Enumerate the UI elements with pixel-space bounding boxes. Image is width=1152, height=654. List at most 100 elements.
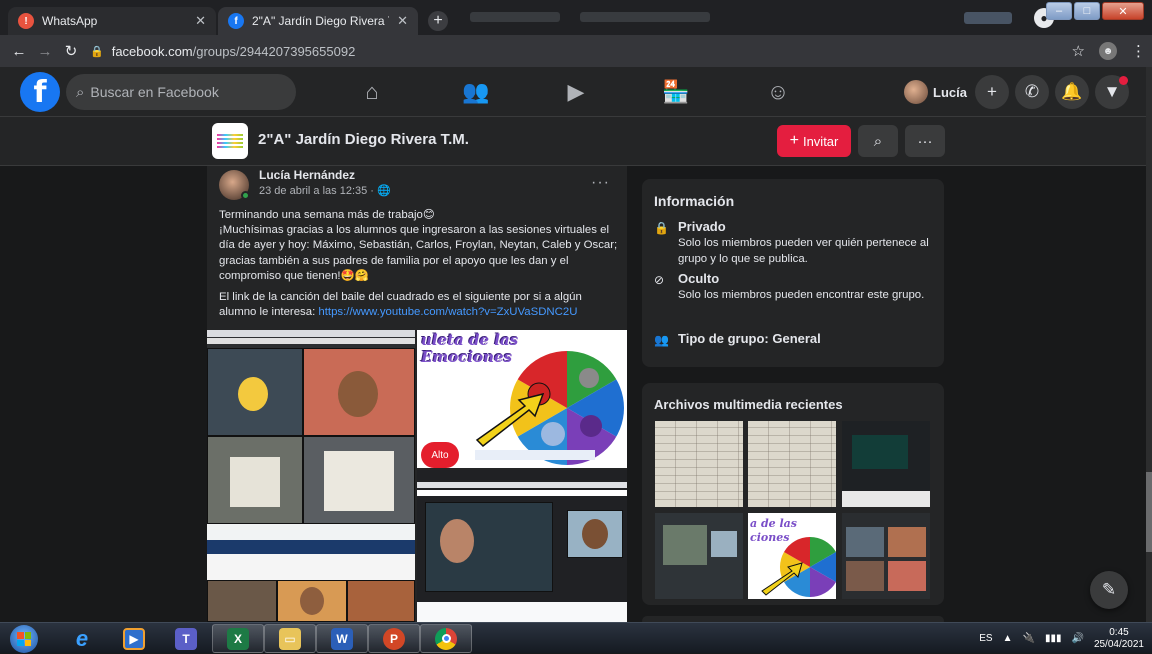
- reload-icon[interactable]: ↻: [58, 42, 84, 60]
- close-tab-icon[interactable]: ✕: [397, 13, 408, 29]
- user-name: Lucía: [933, 84, 967, 100]
- bookmark-star-icon[interactable]: ☆: [1072, 42, 1085, 60]
- info-row-label: Tipo de grupo: General: [678, 331, 821, 346]
- page-scrollbar[interactable]: [1146, 67, 1152, 622]
- taskbar-word[interactable]: W: [316, 624, 368, 653]
- notifications-button[interactable]: 🔔: [1055, 75, 1089, 109]
- create-button[interactable]: +: [975, 75, 1009, 109]
- volume-icon[interactable]: 🔊: [1071, 633, 1083, 644]
- window-controls: – □ ✕: [1046, 2, 1144, 20]
- tab-title: WhatsApp: [42, 14, 98, 28]
- group-search-button[interactable]: ⌕: [858, 125, 898, 157]
- facebook-search[interactable]: ⌕: [66, 74, 296, 110]
- scrollbar-thumb[interactable]: [1146, 472, 1152, 552]
- maximize-button[interactable]: □: [1074, 2, 1100, 20]
- worksheet-paper: [230, 457, 280, 507]
- user-profile-chip[interactable]: Lucía: [904, 76, 967, 108]
- tab-whatsapp[interactable]: ! WhatsApp ✕: [8, 7, 216, 35]
- start-button[interactable]: [10, 625, 38, 653]
- post-photo-video-call-2[interactable]: [417, 470, 627, 622]
- watch-icon[interactable]: ▶: [556, 77, 596, 107]
- group-more-button[interactable]: ···: [905, 125, 945, 157]
- thumbnail-tile: [846, 527, 884, 557]
- word-icon: W: [331, 627, 353, 650]
- lock-icon: 🔒: [90, 45, 104, 58]
- close-window-button[interactable]: ✕: [1102, 2, 1144, 20]
- taskbar-media-player[interactable]: ▶: [108, 624, 160, 653]
- new-message-button[interactable]: ✎: [1090, 571, 1128, 609]
- search-icon: ⌕: [873, 132, 883, 150]
- messenger-button[interactable]: ✆: [1015, 75, 1049, 109]
- alto-badge: Alto: [421, 442, 459, 468]
- show-hidden-icons-icon[interactable]: ▲: [1003, 633, 1013, 644]
- group-cover-thumbnail[interactable]: [212, 123, 248, 159]
- youtube-link[interactable]: https://www.youtube.com/watch?v=ZxUVaSDN…: [318, 306, 577, 318]
- group-name[interactable]: 2"A" Jardín Diego Rivera T.M.: [258, 131, 469, 148]
- url-path: /groups/2944207395655092: [192, 43, 356, 59]
- screenshot-window: [207, 554, 415, 580]
- groups-icon[interactable]: ☺: [758, 77, 798, 107]
- forward-arrow-icon[interactable]: →: [32, 43, 58, 60]
- online-status-dot: [241, 191, 250, 200]
- url-field[interactable]: 🔒 facebook.com/groups/2944207395655092: [90, 44, 355, 59]
- windows-logo-icon: [17, 632, 31, 646]
- media-thumbnail[interactable]: a de las ciones: [748, 513, 836, 599]
- minimize-button[interactable]: –: [1046, 2, 1072, 20]
- search-input[interactable]: [90, 84, 261, 100]
- lock-icon: 🔒: [654, 221, 669, 235]
- screenshot-browser-bar: [207, 330, 415, 337]
- home-icon[interactable]: ⌂: [352, 77, 392, 107]
- power-icon[interactable]: 🔌: [1023, 633, 1035, 644]
- taskbar-powerpoint[interactable]: P: [368, 624, 420, 653]
- plus-icon: +: [987, 82, 997, 101]
- post-timestamp[interactable]: 23 de abril a las 12:35 · 🌐: [259, 184, 391, 197]
- post-author[interactable]: Lucía Hernández: [259, 168, 355, 182]
- thumbnail-screen: [852, 435, 908, 469]
- taskbar-chrome[interactable]: [420, 624, 472, 653]
- taskbar-file-explorer[interactable]: ▭: [264, 624, 316, 653]
- tab-title: 2"A" Jardín Diego Rivera T.M. | Fa: [252, 14, 389, 28]
- post-photo-emotions-wheel[interactable]: uleta de las Emociones Alto: [417, 330, 627, 468]
- clock-date: 25/04/2021: [1093, 638, 1144, 650]
- media-thumbnail[interactable]: [655, 421, 743, 507]
- compose-icon: ✎: [1101, 580, 1117, 599]
- tab-facebook-group[interactable]: f 2"A" Jardín Diego Rivera T.M. | Fa ✕: [218, 7, 418, 35]
- screenshot-address-bar: [417, 490, 627, 496]
- media-player-icon: ▶: [123, 627, 145, 650]
- language-indicator[interactable]: ES: [979, 633, 992, 644]
- chevron-down-icon: ▼: [1103, 82, 1121, 101]
- taskbar-excel[interactable]: X: [212, 624, 264, 653]
- info-row-privado: 🔒 Privado Solo los miembros pueden ver q…: [654, 219, 940, 267]
- chrome-menu-icon[interactable]: ⋮: [1131, 42, 1146, 60]
- video-tile: [303, 348, 415, 436]
- friends-icon[interactable]: 👥: [456, 77, 496, 107]
- post-photo-video-call[interactable]: [207, 330, 415, 622]
- windows-taskbar: e ▶ T X ▭ W P ES ▲ 🔌 ▮▮▮ 🔊 0:45 25/04/20…: [0, 622, 1152, 653]
- new-tab-button[interactable]: +: [428, 11, 448, 31]
- invite-button[interactable]: + Invitar: [777, 125, 851, 157]
- taskbar-internet-explorer[interactable]: e: [56, 624, 108, 653]
- screenshot-address-bar: [207, 338, 415, 344]
- media-thumbnail[interactable]: [655, 513, 743, 599]
- avatar: [904, 80, 928, 104]
- meeting-controls-bar: [417, 602, 627, 622]
- taskbar-teams[interactable]: T: [160, 624, 212, 653]
- media-thumbnail[interactable]: [842, 421, 930, 507]
- video-tile: [567, 510, 623, 558]
- marketplace-icon[interactable]: 🏪: [656, 77, 696, 107]
- profile-avatar-icon[interactable]: ☻: [1099, 42, 1117, 60]
- network-signal-icon[interactable]: ▮▮▮: [1045, 633, 1062, 644]
- facebook-logo-glyph: f: [33, 74, 47, 110]
- avatar[interactable]: [219, 170, 250, 200]
- powerpoint-icon: P: [383, 627, 405, 650]
- internet-explorer-icon: e: [75, 625, 89, 651]
- media-thumbnail[interactable]: [842, 513, 930, 599]
- video-tile: [425, 502, 553, 592]
- media-thumbnail[interactable]: [748, 421, 836, 507]
- bell-icon: 🔔: [1061, 82, 1083, 101]
- close-tab-icon[interactable]: ✕: [195, 13, 206, 29]
- back-arrow-icon[interactable]: ←: [6, 43, 32, 60]
- taskbar-clock[interactable]: 0:45 25/04/2021: [1094, 627, 1144, 651]
- more-dots-icon[interactable]: ···: [591, 174, 610, 192]
- facebook-logo-icon[interactable]: f: [20, 72, 60, 112]
